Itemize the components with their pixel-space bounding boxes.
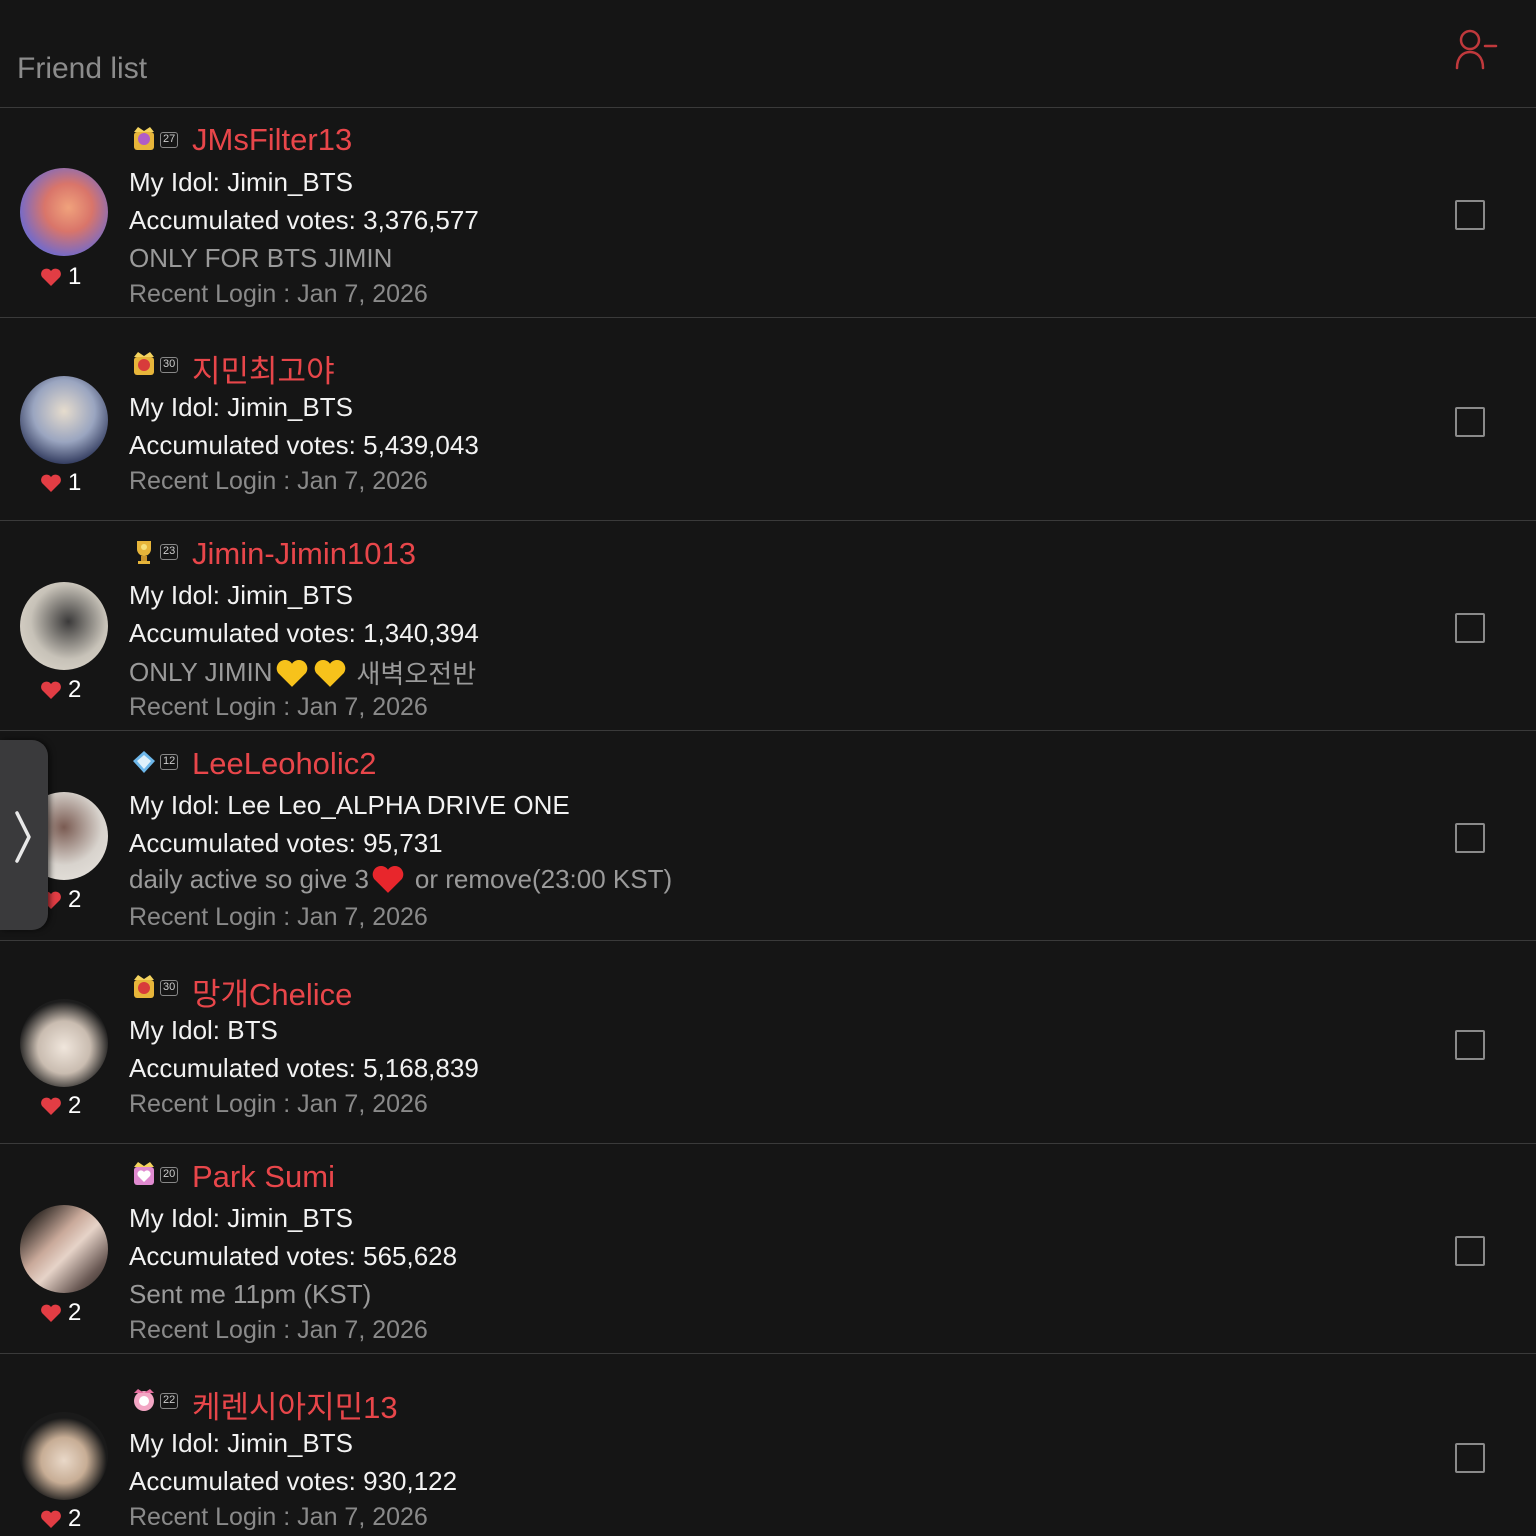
list-item[interactable]: 2 12 LeeLeoholic2 My Idol: Lee Leo_ALPHA… — [0, 731, 1536, 941]
friend-name[interactable]: 지민최고야 — [192, 346, 335, 391]
idol-label: My Idol: Lee Leo_ALPHA DRIVE ONE — [129, 790, 570, 820]
friend-name[interactable]: LeeLeoholic2 — [192, 746, 376, 782]
level-label: 12 — [160, 754, 179, 770]
level-label: 22 — [160, 1393, 179, 1409]
recent-login: Recent Login : Jan 7, 2026 — [129, 467, 428, 495]
status-message: Sent me 11pm (KST) — [129, 1279, 372, 1309]
select-checkbox[interactable] — [1455, 613, 1485, 643]
select-checkbox[interactable] — [1455, 200, 1485, 230]
level-label: 20 — [160, 1167, 179, 1183]
level-label: 27 — [160, 132, 179, 148]
chevron-right-icon — [15, 811, 31, 863]
avatar[interactable] — [20, 1205, 108, 1293]
list-item[interactable]: 1 27 JMsFilter13 My Idol: Jimin_BTS Accu… — [0, 108, 1536, 318]
heart-icon — [41, 1097, 61, 1115]
select-checkbox[interactable] — [1455, 1030, 1485, 1060]
status-message: ONLY JIMIN 새벽오전반 — [129, 657, 477, 689]
select-checkbox[interactable] — [1455, 1236, 1485, 1266]
votes-label: Accumulated votes: 5,168,839 — [129, 1053, 479, 1083]
heart-icon — [41, 681, 61, 699]
friend-name[interactable]: Park Sumi — [192, 1159, 335, 1195]
heart-icon — [41, 268, 61, 286]
heart-icon — [41, 1510, 61, 1528]
flower-badge-icon — [134, 1389, 154, 1411]
level-label: 30 — [160, 980, 179, 996]
crown-badge-icon — [134, 975, 154, 998]
select-checkbox[interactable] — [1455, 407, 1485, 437]
friend-name[interactable]: Jimin-Jimin1013 — [192, 536, 416, 572]
remove-friend-button[interactable] — [1452, 26, 1500, 74]
hearts-count: 2 — [40, 1299, 81, 1327]
level-label: 23 — [160, 544, 179, 560]
crown-badge-icon — [134, 127, 154, 150]
idol-label: My Idol: Jimin_BTS — [129, 167, 353, 197]
votes-label: Accumulated votes: 95,731 — [129, 828, 443, 858]
hearts-count: 2 — [40, 1092, 81, 1120]
avatar[interactable] — [20, 999, 108, 1087]
list-item[interactable]: 2 22 케렌시아지민13 My Idol: Jimin_BTS Accumul… — [0, 1354, 1536, 1536]
idol-label: My Idol: BTS — [129, 1015, 278, 1045]
user-minus-icon — [1455, 29, 1498, 70]
status-message: ONLY FOR BTS JIMIN — [129, 243, 393, 273]
votes-label: Accumulated votes: 565,628 — [129, 1241, 458, 1271]
crown-badge-icon — [134, 352, 154, 375]
heart-icon — [41, 474, 61, 492]
avatar[interactable] — [20, 376, 108, 464]
recent-login: Recent Login : Jan 7, 2026 — [129, 1090, 428, 1118]
friend-name[interactable]: JMsFilter13 — [192, 122, 352, 158]
votes-label: Accumulated votes: 1,340,394 — [129, 618, 479, 648]
hearts-count: 1 — [40, 263, 81, 291]
level-badge: 12 — [130, 748, 179, 776]
page-title: Friend list — [17, 52, 148, 85]
list-item[interactable]: 1 30 지민최고야 My Idol: Jimin_BTS Accumulate… — [0, 318, 1536, 521]
yellow-heart-icon — [276, 659, 307, 687]
level-badge: 23 — [130, 538, 179, 566]
side-drawer-handle[interactable] — [0, 740, 48, 930]
recent-login: Recent Login : Jan 7, 2026 — [129, 1503, 428, 1531]
idol-label: My Idol: Jimin_BTS — [129, 1428, 353, 1458]
trophy-badge-icon — [137, 541, 151, 564]
diamond-badge-icon — [133, 751, 155, 773]
header: Friend list — [0, 0, 1536, 108]
votes-label: Accumulated votes: 5,439,043 — [129, 430, 479, 460]
level-badge: 27 — [130, 126, 179, 154]
level-badge: 30 — [130, 974, 179, 1002]
friend-name[interactable]: 망개Chelice — [192, 969, 352, 1014]
level-badge: 30 — [130, 351, 179, 379]
recent-login: Recent Login : Jan 7, 2026 — [129, 280, 428, 308]
votes-label: Accumulated votes: 3,376,577 — [129, 205, 479, 235]
hearts-count: 2 — [40, 676, 81, 704]
heart-badge-icon — [134, 1162, 154, 1185]
recent-login: Recent Login : Jan 7, 2026 — [129, 693, 428, 721]
heart-icon — [41, 1304, 61, 1322]
yellow-heart-icon — [314, 659, 345, 687]
red-heart-icon — [372, 866, 404, 893]
select-checkbox[interactable] — [1455, 823, 1485, 853]
status-message: daily active so give 3 or remove(23:00 K… — [129, 863, 673, 894]
idol-label: My Idol: Jimin_BTS — [129, 1203, 353, 1233]
list-item[interactable]: 2 23 Jimin-Jimin1013 My Idol: Jimin_BTS … — [0, 521, 1536, 731]
level-badge: 22 — [130, 1387, 179, 1415]
idol-label: My Idol: Jimin_BTS — [129, 392, 353, 422]
avatar[interactable] — [20, 168, 108, 256]
hearts-count: 2 — [40, 1505, 81, 1533]
list-item[interactable]: 2 20 Park Sumi My Idol: Jimin_BTS Accumu… — [0, 1144, 1536, 1354]
avatar[interactable] — [20, 1412, 108, 1500]
level-badge: 20 — [130, 1161, 179, 1189]
level-label: 30 — [160, 357, 179, 373]
idol-label: My Idol: Jimin_BTS — [129, 580, 353, 610]
votes-label: Accumulated votes: 930,122 — [129, 1466, 458, 1496]
avatar[interactable] — [20, 582, 108, 670]
recent-login: Recent Login : Jan 7, 2026 — [129, 1316, 428, 1344]
list-item[interactable]: 2 30 망개Chelice My Idol: BTS Accumulated … — [0, 941, 1536, 1144]
friend-name[interactable]: 케렌시아지민13 — [192, 1382, 398, 1427]
select-checkbox[interactable] — [1455, 1443, 1485, 1473]
recent-login: Recent Login : Jan 7, 2026 — [129, 903, 428, 931]
hearts-count: 1 — [40, 469, 81, 497]
